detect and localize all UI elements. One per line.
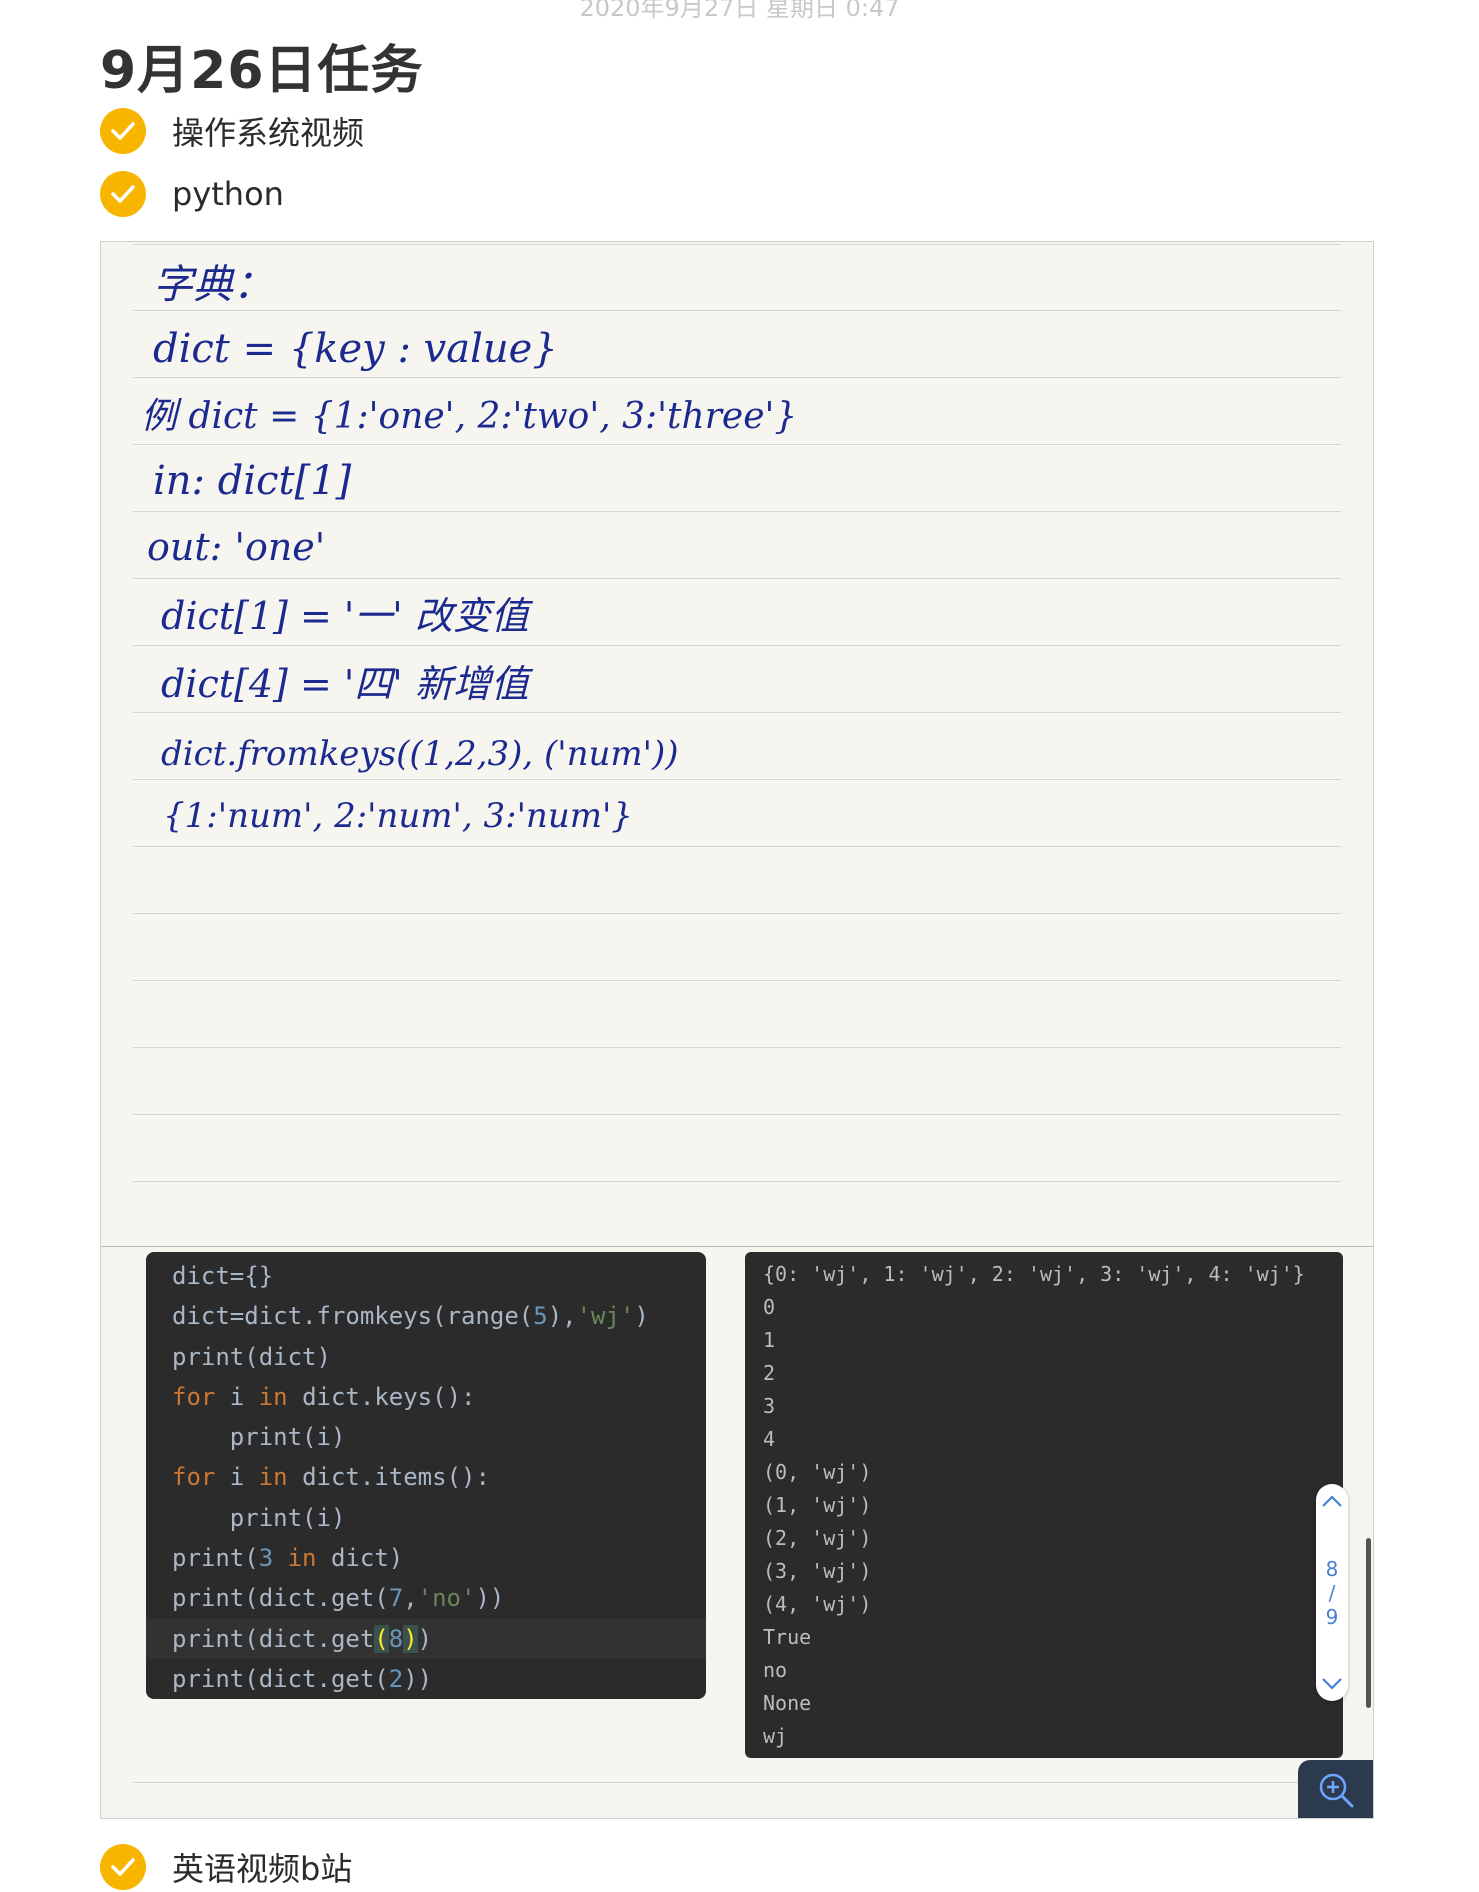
task-item[interactable]: python — [100, 169, 284, 219]
handwriting-line: dict[1] = '一' 改变值 — [161, 594, 534, 638]
task-label: python — [172, 175, 284, 213]
zoom-in-button[interactable] — [1298, 1760, 1373, 1818]
output-line: (3, 'wj') — [763, 1559, 872, 1583]
output-line: 2 — [763, 1361, 776, 1385]
code-line: print(dict.get(7,'no')) — [172, 1584, 505, 1613]
handwriting-line: {1:'num', 2:'num', 3:'num'} — [163, 796, 633, 836]
output-screenshot: {0: 'wj', 1: 'wj', 2: 'wj', 3: 'wj', 4: … — [745, 1252, 1343, 1758]
task-item[interactable]: 操作系统视频 — [100, 106, 364, 156]
handwriting-line: 例 dict = {1:'one', 2:'two', 3:'three'} — [141, 396, 797, 437]
code-line: for i in dict.items(): — [172, 1463, 490, 1492]
output-line: None — [763, 1691, 812, 1715]
page-total: 9 — [1325, 1604, 1339, 1629]
task-label: 英语视频b站 — [172, 1850, 353, 1888]
output-line: (0, 'wj') — [763, 1460, 872, 1484]
code-line: for i in dict.keys(): — [172, 1382, 476, 1411]
note-timestamp: 2020年9月27日 星期日 0:47 — [579, 0, 900, 22]
handwriting-line: dict.fromkeys((1,2,3), ('num')) — [161, 734, 679, 774]
handwriting-line: in: dict[1] — [153, 458, 352, 504]
code-line: print(dict.get(8)) — [146, 1618, 706, 1659]
handwritten-note-attachment[interactable]: 字典： dict = {key : value} 例 dict = {1:'on… — [100, 241, 1374, 1819]
task-label: 操作系统视频 — [172, 114, 365, 152]
handwriting-line: 字典： — [153, 262, 273, 308]
output-line: (4, 'wj') — [763, 1592, 872, 1616]
output-line: 0 — [763, 1295, 776, 1319]
code-line: print(i) — [172, 1503, 346, 1532]
code-line: print(dict) — [172, 1342, 331, 1371]
output-line: no — [763, 1658, 788, 1682]
divider — [101, 1246, 1373, 1247]
code-screenshot: dict={} dict=dict.fromkeys(range(5),'wj'… — [146, 1252, 706, 1699]
handwriting-line: out: 'one' — [147, 525, 325, 569]
output-line: True — [763, 1625, 812, 1649]
code-line: dict=dict.fromkeys(range(5),'wj') — [172, 1302, 649, 1331]
output-line: (2, 'wj') — [763, 1526, 872, 1550]
output-line: 4 — [763, 1427, 776, 1451]
checkmark-icon[interactable] — [100, 108, 146, 154]
output-line: wj — [763, 1724, 788, 1748]
handwriting-line: dict[4] = '四' 新增值 — [161, 662, 534, 706]
chevron-up-icon[interactable] — [1321, 1494, 1343, 1508]
output-line: 3 — [763, 1394, 776, 1418]
output-line: {0: 'wj', 1: 'wj', 2: 'wj', 3: 'wj', 4: … — [763, 1262, 1305, 1286]
zoom-in-icon — [1319, 1773, 1354, 1808]
chevron-down-icon[interactable] — [1321, 1677, 1343, 1691]
code-line: print(i) — [172, 1423, 346, 1452]
scrollbar[interactable] — [1366, 1538, 1371, 1708]
output-line: 1 — [763, 1328, 776, 1352]
page-navigator[interactable]: 8 / 9 — [1316, 1484, 1348, 1701]
task-item[interactable]: 英语视频b站 — [100, 1842, 352, 1892]
handwriting-line: dict = {key : value} — [153, 326, 558, 372]
handwriting-layer: 字典： dict = {key : value} 例 dict = {1:'on… — [141, 262, 797, 836]
page-separator: / — [1328, 1580, 1336, 1605]
output-line: (1, 'wj') — [763, 1493, 872, 1517]
code-line: print(3 in dict) — [172, 1544, 404, 1573]
page-current: 8 — [1325, 1556, 1339, 1581]
code-line: dict={} — [172, 1262, 274, 1290]
checkmark-icon[interactable] — [100, 1844, 146, 1890]
checkmark-icon[interactable] — [100, 171, 146, 217]
page-title: 9月26日任务 — [100, 41, 424, 101]
code-line: print(dict.get(2)) — [172, 1664, 433, 1693]
